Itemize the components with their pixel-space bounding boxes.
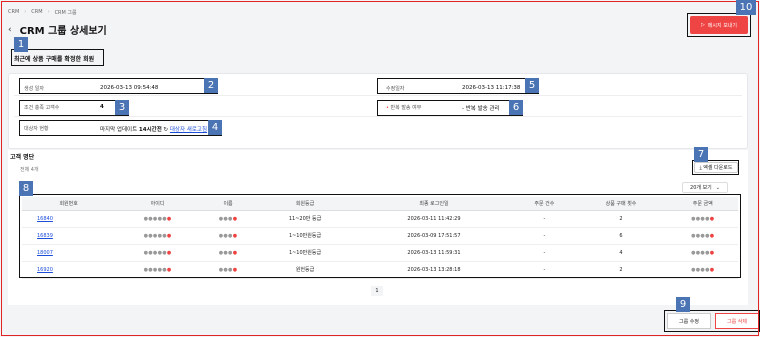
target-status: 마지막 업데이트 14시간전 ↻ 대상자 새로고침: [100, 125, 207, 133]
masked-id: ●●●●●●: [115, 210, 200, 228]
masked-name: ●●●●: [199, 261, 257, 279]
divider: [14, 116, 742, 117]
list-title: 고객 명단: [10, 154, 35, 161]
login-cell: 2026-03-11 11:42:29: [353, 210, 515, 228]
excel-download-button[interactable]: ⤓ 엑셀 다운로드: [694, 162, 738, 173]
orders-cell: -: [514, 210, 575, 228]
column-header: 최종 로그인일: [353, 197, 515, 211]
customer-table: 회원번호 아이디 이름 회원등급 최종 로그인일 주문 건수 상품 구매 횟수 …: [22, 197, 738, 279]
masked-amount: ●●●●●: [667, 244, 738, 262]
annotation-marker: 3: [115, 100, 129, 115]
send-message-label: 메시지 보내기: [707, 22, 738, 29]
table-row: 16839 ●●●●●● ●●●● 1~10만원등급 2026-03-09 17…: [22, 227, 738, 245]
annotation-marker: 2: [204, 78, 218, 93]
column-header: 상품 구매 횟수: [574, 197, 668, 211]
login-cell: 2026-03-13 13:28:18: [353, 261, 515, 279]
repeat-value[interactable]: - 반복 발송 관리: [462, 104, 500, 112]
target-label: 대상자 현황: [24, 126, 49, 132]
count-label: 조건 충족 고객수: [24, 105, 60, 111]
pagination-page-1[interactable]: 1: [371, 286, 383, 296]
target-refresh-link[interactable]: 대상자 새로고침: [170, 127, 207, 133]
list-count: 전체 4개: [20, 167, 39, 173]
masked-id: ●●●●●●: [115, 261, 200, 279]
orders-cell: -: [514, 244, 575, 262]
masked-name: ●●●●: [199, 210, 257, 228]
send-icon: ▷: [700, 22, 705, 28]
breadcrumb-separator: ›: [47, 9, 50, 15]
breadcrumb-item[interactable]: CRM: [31, 9, 42, 16]
target-time: 14시간전: [138, 127, 162, 133]
chevron-left-icon[interactable]: ‹: [8, 25, 12, 35]
member-id-link[interactable]: 16920: [22, 261, 116, 279]
chevron-down-icon: ⌄: [715, 184, 720, 191]
grade-cell: 원헌등급: [256, 261, 354, 279]
breadcrumb-separator: ›: [24, 9, 27, 15]
breadcrumb: CRM › CRM › CRM 그룹: [8, 9, 77, 16]
group-name: 최근에 상품 구매를 확정한 회원: [14, 56, 95, 63]
masked-id: ●●●●●●: [115, 244, 200, 262]
excel-download-label: 엑셀 다운로드: [703, 165, 733, 171]
member-id-link[interactable]: 16839: [22, 227, 116, 245]
divider: [14, 95, 742, 96]
annotation-marker: 8: [19, 181, 33, 196]
target-update-label: 마지막 업데이트: [100, 127, 138, 133]
table-header-row: 회원번호 아이디 이름 회원등급 최종 로그인일 주문 건수 상품 구매 횟수 …: [22, 197, 738, 211]
member-id-link[interactable]: 16840: [22, 210, 116, 228]
masked-amount: ●●●●●: [667, 261, 738, 279]
repeat-value-text: 반복 발송 관리: [465, 106, 500, 112]
column-header: 아이디: [115, 197, 200, 211]
annotation-marker: 1: [14, 37, 28, 52]
modified-label: 수정일자: [386, 86, 405, 92]
repeat-label: • 반복 발송 여부: [386, 104, 421, 111]
created-label: 생성 일자: [24, 86, 44, 92]
annotation-marker: 10: [736, 0, 756, 15]
table-row: 18007 ●●●●●● ●●●● 1~10만원등급 2026-03-13 11…: [22, 244, 738, 262]
column-header: 회원번호: [22, 197, 116, 211]
buys-cell: 6: [574, 227, 668, 245]
send-message-button[interactable]: ▷ 메시지 보내기: [690, 16, 748, 34]
annotation-marker: 7: [694, 147, 708, 162]
perpage-value: 20개 보기: [690, 185, 712, 191]
masked-amount: ●●●●●: [667, 227, 738, 245]
annotation-marker: 5: [525, 78, 539, 93]
login-cell: 2026-03-13 11:59:31: [353, 244, 515, 262]
delete-group-button[interactable]: 그룹 삭제: [715, 313, 759, 329]
annotation-marker: 4: [208, 120, 222, 135]
masked-name: ●●●●: [199, 227, 257, 245]
repeat-label-text: 반복 발송 여부: [390, 105, 422, 111]
page-title: CRM 그룹 상세보기: [19, 26, 107, 37]
breadcrumb-item: CRM 그룹: [54, 10, 77, 16]
buys-cell: 4: [574, 244, 668, 262]
modified-value: 2026-03-13 11:17:38: [462, 85, 521, 91]
count-value: 4: [100, 104, 104, 110]
created-value: 2026-03-13 09:54:48: [100, 85, 159, 91]
column-header: 주문 건수: [514, 197, 575, 211]
perpage-select[interactable]: 20개 보기 ⌄: [682, 182, 728, 193]
edit-group-button[interactable]: 그룹 수정: [667, 313, 711, 329]
annotation-marker: 6: [509, 100, 523, 115]
table-row: 16840 ●●●●●● ●●●● 11~20만 등급 2026-03-11 1…: [22, 210, 738, 228]
annotation-marker: 9: [676, 297, 690, 312]
grade-cell: 11~20만 등급: [256, 210, 354, 228]
masked-amount: ●●●●●: [667, 210, 738, 228]
member-id-link[interactable]: 18007: [22, 244, 116, 262]
grade-cell: 1~10만원등급: [256, 244, 354, 262]
orders-cell: -: [514, 261, 575, 279]
column-header: 회원등급: [256, 197, 354, 211]
refresh-icon: ↻: [163, 127, 169, 133]
orders-cell: -: [514, 227, 575, 245]
buys-cell: 2: [574, 261, 668, 279]
table-row: 16920 ●●●●●● ●●●● 원헌등급 2026-03-13 13:28:…: [22, 261, 738, 279]
login-cell: 2026-03-09 17:51:57: [353, 227, 515, 245]
column-header: 이름: [199, 197, 257, 211]
buys-cell: 2: [574, 210, 668, 228]
masked-id: ●●●●●●: [115, 227, 200, 245]
masked-name: ●●●●: [199, 244, 257, 262]
footer-actions: 그룹 수정 그룹 삭제: [667, 313, 759, 329]
grade-cell: 1~10만원등급: [256, 227, 354, 245]
column-header: 주문 금액: [667, 197, 738, 211]
breadcrumb-item[interactable]: CRM: [8, 9, 19, 16]
